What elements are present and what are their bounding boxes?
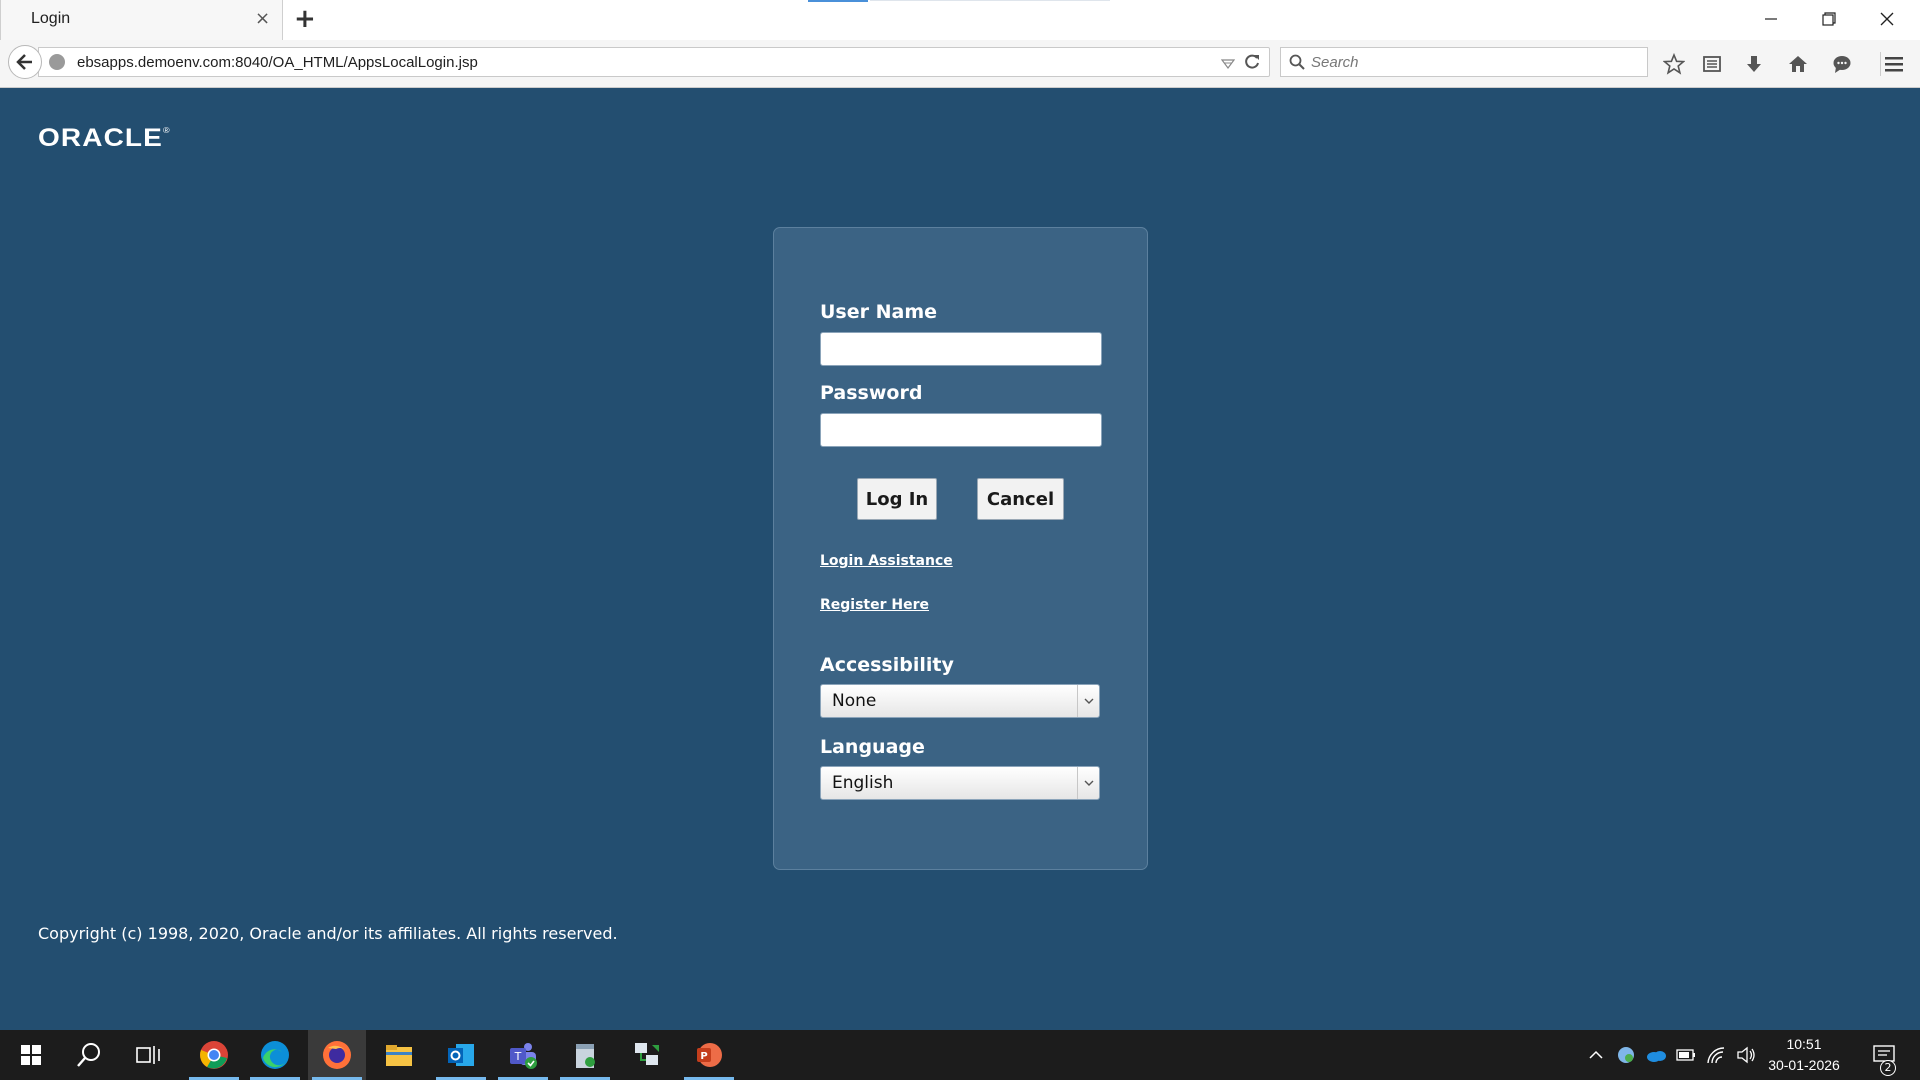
logo-registered-mark: ® <box>162 126 171 135</box>
reload-icon[interactable] <box>1243 53 1261 75</box>
wifi-icon[interactable] <box>1704 1030 1728 1080</box>
file-explorer-icon[interactable] <box>370 1030 428 1080</box>
notepad-icon[interactable] <box>556 1030 614 1080</box>
minimize-icon[interactable] <box>1742 0 1800 38</box>
url-dropdown-icon[interactable] <box>1220 55 1236 74</box>
search-icon <box>1289 54 1305 74</box>
cancel-button[interactable]: Cancel <box>977 478 1064 520</box>
page-content: ORACLE® User Name Password Log In Cancel… <box>0 88 1920 1030</box>
password-label: Password <box>820 382 923 404</box>
tab-login[interactable]: Login × <box>0 0 283 40</box>
svg-text:T: T <box>514 1050 522 1063</box>
windows-taskbar: T P 10:51 30-01-2026 2 <box>0 1030 1920 1080</box>
browser-tabbar: Login × + <box>0 0 1920 40</box>
powerpoint-icon[interactable]: P <box>680 1030 738 1080</box>
chevron-down-icon[interactable] <box>1077 767 1099 799</box>
tab-close-icon[interactable]: × <box>255 9 270 29</box>
register-link[interactable]: Register Here <box>820 597 929 613</box>
browser-navbar: ebsapps.demoenv.com:8040/OA_HTML/AppsLoc… <box>0 40 1920 88</box>
close-icon[interactable] <box>1858 0 1916 38</box>
login-assistance-link[interactable]: Login Assistance <box>820 553 953 569</box>
firefox-icon[interactable] <box>308 1030 366 1080</box>
taskbar-clock[interactable]: 10:51 30-01-2026 <box>1762 1034 1846 1076</box>
site-info-icon[interactable] <box>49 54 65 70</box>
tab-title: Login <box>31 10 71 27</box>
download-icon[interactable] <box>1740 50 1768 78</box>
teams-icon[interactable]: T <box>494 1030 552 1080</box>
login-button[interactable]: Log In <box>857 478 937 520</box>
search-icon[interactable] <box>60 1030 118 1080</box>
reading-list-icon[interactable] <box>1698 50 1726 78</box>
accessibility-select[interactable]: None <box>820 684 1100 718</box>
chat-icon[interactable] <box>1828 50 1856 78</box>
notification-count-badge: 2 <box>1880 1060 1896 1076</box>
tray-overflow-chevron-icon[interactable] <box>1584 1030 1608 1080</box>
oracle-logo-text: ORACLE <box>38 124 163 152</box>
username-label: User Name <box>820 301 938 323</box>
network-app-icon[interactable] <box>618 1030 676 1080</box>
new-tab-button[interactable]: + <box>294 4 316 34</box>
url-bar[interactable]: ebsapps.demoenv.com:8040/OA_HTML/AppsLoc… <box>38 47 1270 77</box>
start-icon[interactable] <box>2 1030 60 1080</box>
search-bar[interactable]: Search <box>1280 47 1648 77</box>
loading-track <box>870 0 1110 1</box>
edge-icon[interactable] <box>246 1030 304 1080</box>
onedrive-icon[interactable] <box>1644 1030 1668 1080</box>
loading-indicator <box>808 0 868 2</box>
accessibility-label: Accessibility <box>820 654 954 676</box>
svg-text:P: P <box>700 1051 707 1062</box>
restore-icon[interactable] <box>1800 0 1858 38</box>
copyright-text: Copyright (c) 1998, 2020, Oracle and/or … <box>38 924 618 943</box>
language-select[interactable]: English <box>820 766 1100 800</box>
chrome-icon[interactable] <box>185 1030 243 1080</box>
username-input[interactable] <box>820 332 1102 366</box>
password-input[interactable] <box>820 413 1102 447</box>
tray-globe-icon[interactable] <box>1614 1030 1638 1080</box>
language-value: English <box>832 773 894 793</box>
clock-time: 10:51 <box>1786 1036 1822 1052</box>
oracle-logo: ORACLE® <box>38 124 171 153</box>
task-view-icon[interactable] <box>120 1030 178 1080</box>
outlook-icon[interactable] <box>432 1030 490 1080</box>
battery-icon[interactable] <box>1674 1030 1698 1080</box>
search-placeholder: Search <box>1311 54 1359 71</box>
bookmark-star-icon[interactable] <box>1660 50 1688 78</box>
back-arrow-icon <box>16 54 32 70</box>
accessibility-value: None <box>832 691 877 711</box>
language-label: Language <box>820 736 925 758</box>
clock-date: 30-01-2026 <box>1768 1057 1840 1073</box>
home-icon[interactable] <box>1784 50 1812 78</box>
chevron-down-icon[interactable] <box>1077 685 1099 717</box>
login-panel: User Name Password Log In Cancel Login A… <box>773 227 1148 870</box>
back-button[interactable] <box>8 45 42 79</box>
menu-icon[interactable] <box>1880 50 1908 78</box>
url-text[interactable]: ebsapps.demoenv.com:8040/OA_HTML/AppsLoc… <box>77 54 478 71</box>
volume-icon[interactable] <box>1734 1030 1758 1080</box>
